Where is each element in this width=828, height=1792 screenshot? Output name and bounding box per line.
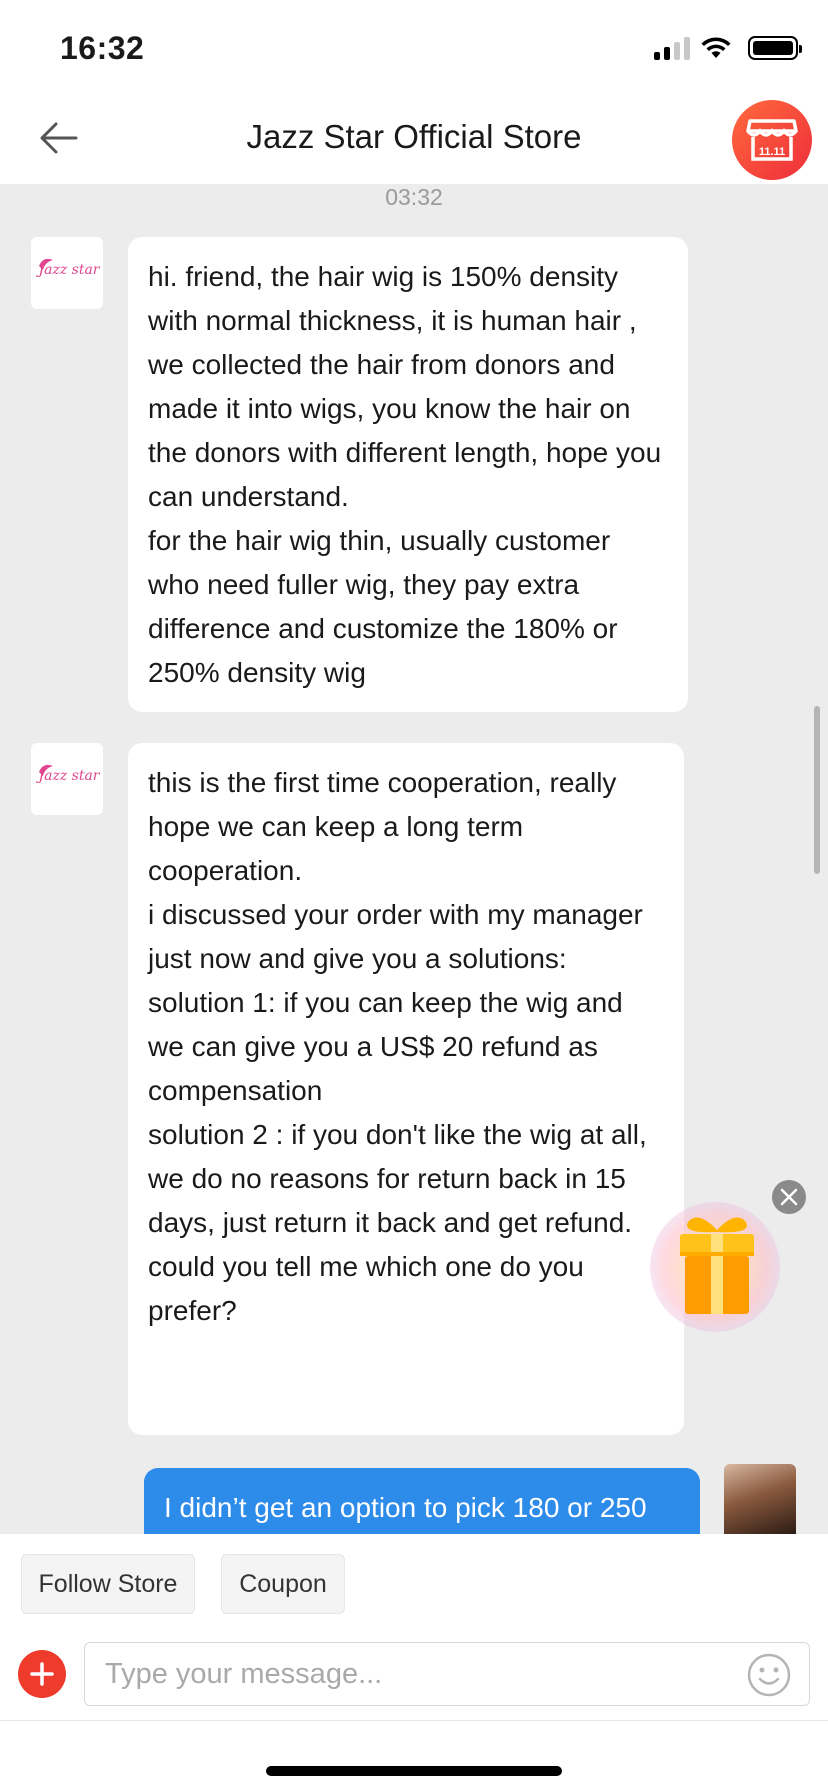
divider [0,1720,828,1721]
coupon-button[interactable]: Coupon [221,1554,345,1614]
store-badge-text: 11.11 [759,146,785,158]
plus-icon [30,1662,54,1686]
gift-box-icon [680,1217,754,1314]
cellular-signal-icon [654,36,690,60]
wifi-icon [701,37,731,58]
jazz-star-logo: Jazz star [35,258,101,278]
store-avatar[interactable]: Jazz star [31,743,103,815]
close-icon [780,1188,798,1206]
message-input[interactable] [84,1642,810,1706]
bottom-panel: Follow Store Coupon [0,1534,828,1792]
status-bar: 16:32 [0,0,828,96]
follow-store-button[interactable]: Follow Store [21,1554,195,1614]
user-message-bubble: I didn’t get an option to pick 180 or 25… [144,1468,700,1534]
store-avatar[interactable]: Jazz star [31,237,103,309]
scrollbar[interactable] [814,706,820,874]
brand-avatar-text: Jazz star [35,768,100,784]
status-icons [654,36,802,60]
chat-header: Jazz Star Official Store 11.11 [0,96,828,184]
home-indicator[interactable] [266,1766,562,1776]
user-avatar[interactable] [724,1464,796,1534]
store-button[interactable]: 11.11 [732,100,812,180]
status-time: 16:32 [60,30,145,66]
brand-avatar-text: Jazz star [35,262,100,278]
message-timestamp: 03:32 [385,184,443,210]
page-title: Jazz Star Official Store [246,118,582,155]
message-text: this is the first time cooperation, real… [148,767,647,1326]
message-text: hi. friend, the hair wig is 150% density… [148,261,662,688]
battery-icon [748,36,802,60]
smiley-icon[interactable] [746,1652,792,1698]
jazz-star-logo: Jazz star [35,764,101,784]
store-message-bubble: this is the first time cooperation, real… [128,743,684,1435]
store-message-bubble: hi. friend, the hair wig is 150% density… [128,237,688,712]
gift-close-button[interactable] [772,1180,806,1214]
storefront-icon: 11.11 [746,119,798,161]
gift-promo[interactable] [650,1196,780,1336]
message-text: I didn’t get an option to pick 180 or 25… [164,1492,647,1523]
add-attachment-button[interactable] [18,1650,66,1698]
